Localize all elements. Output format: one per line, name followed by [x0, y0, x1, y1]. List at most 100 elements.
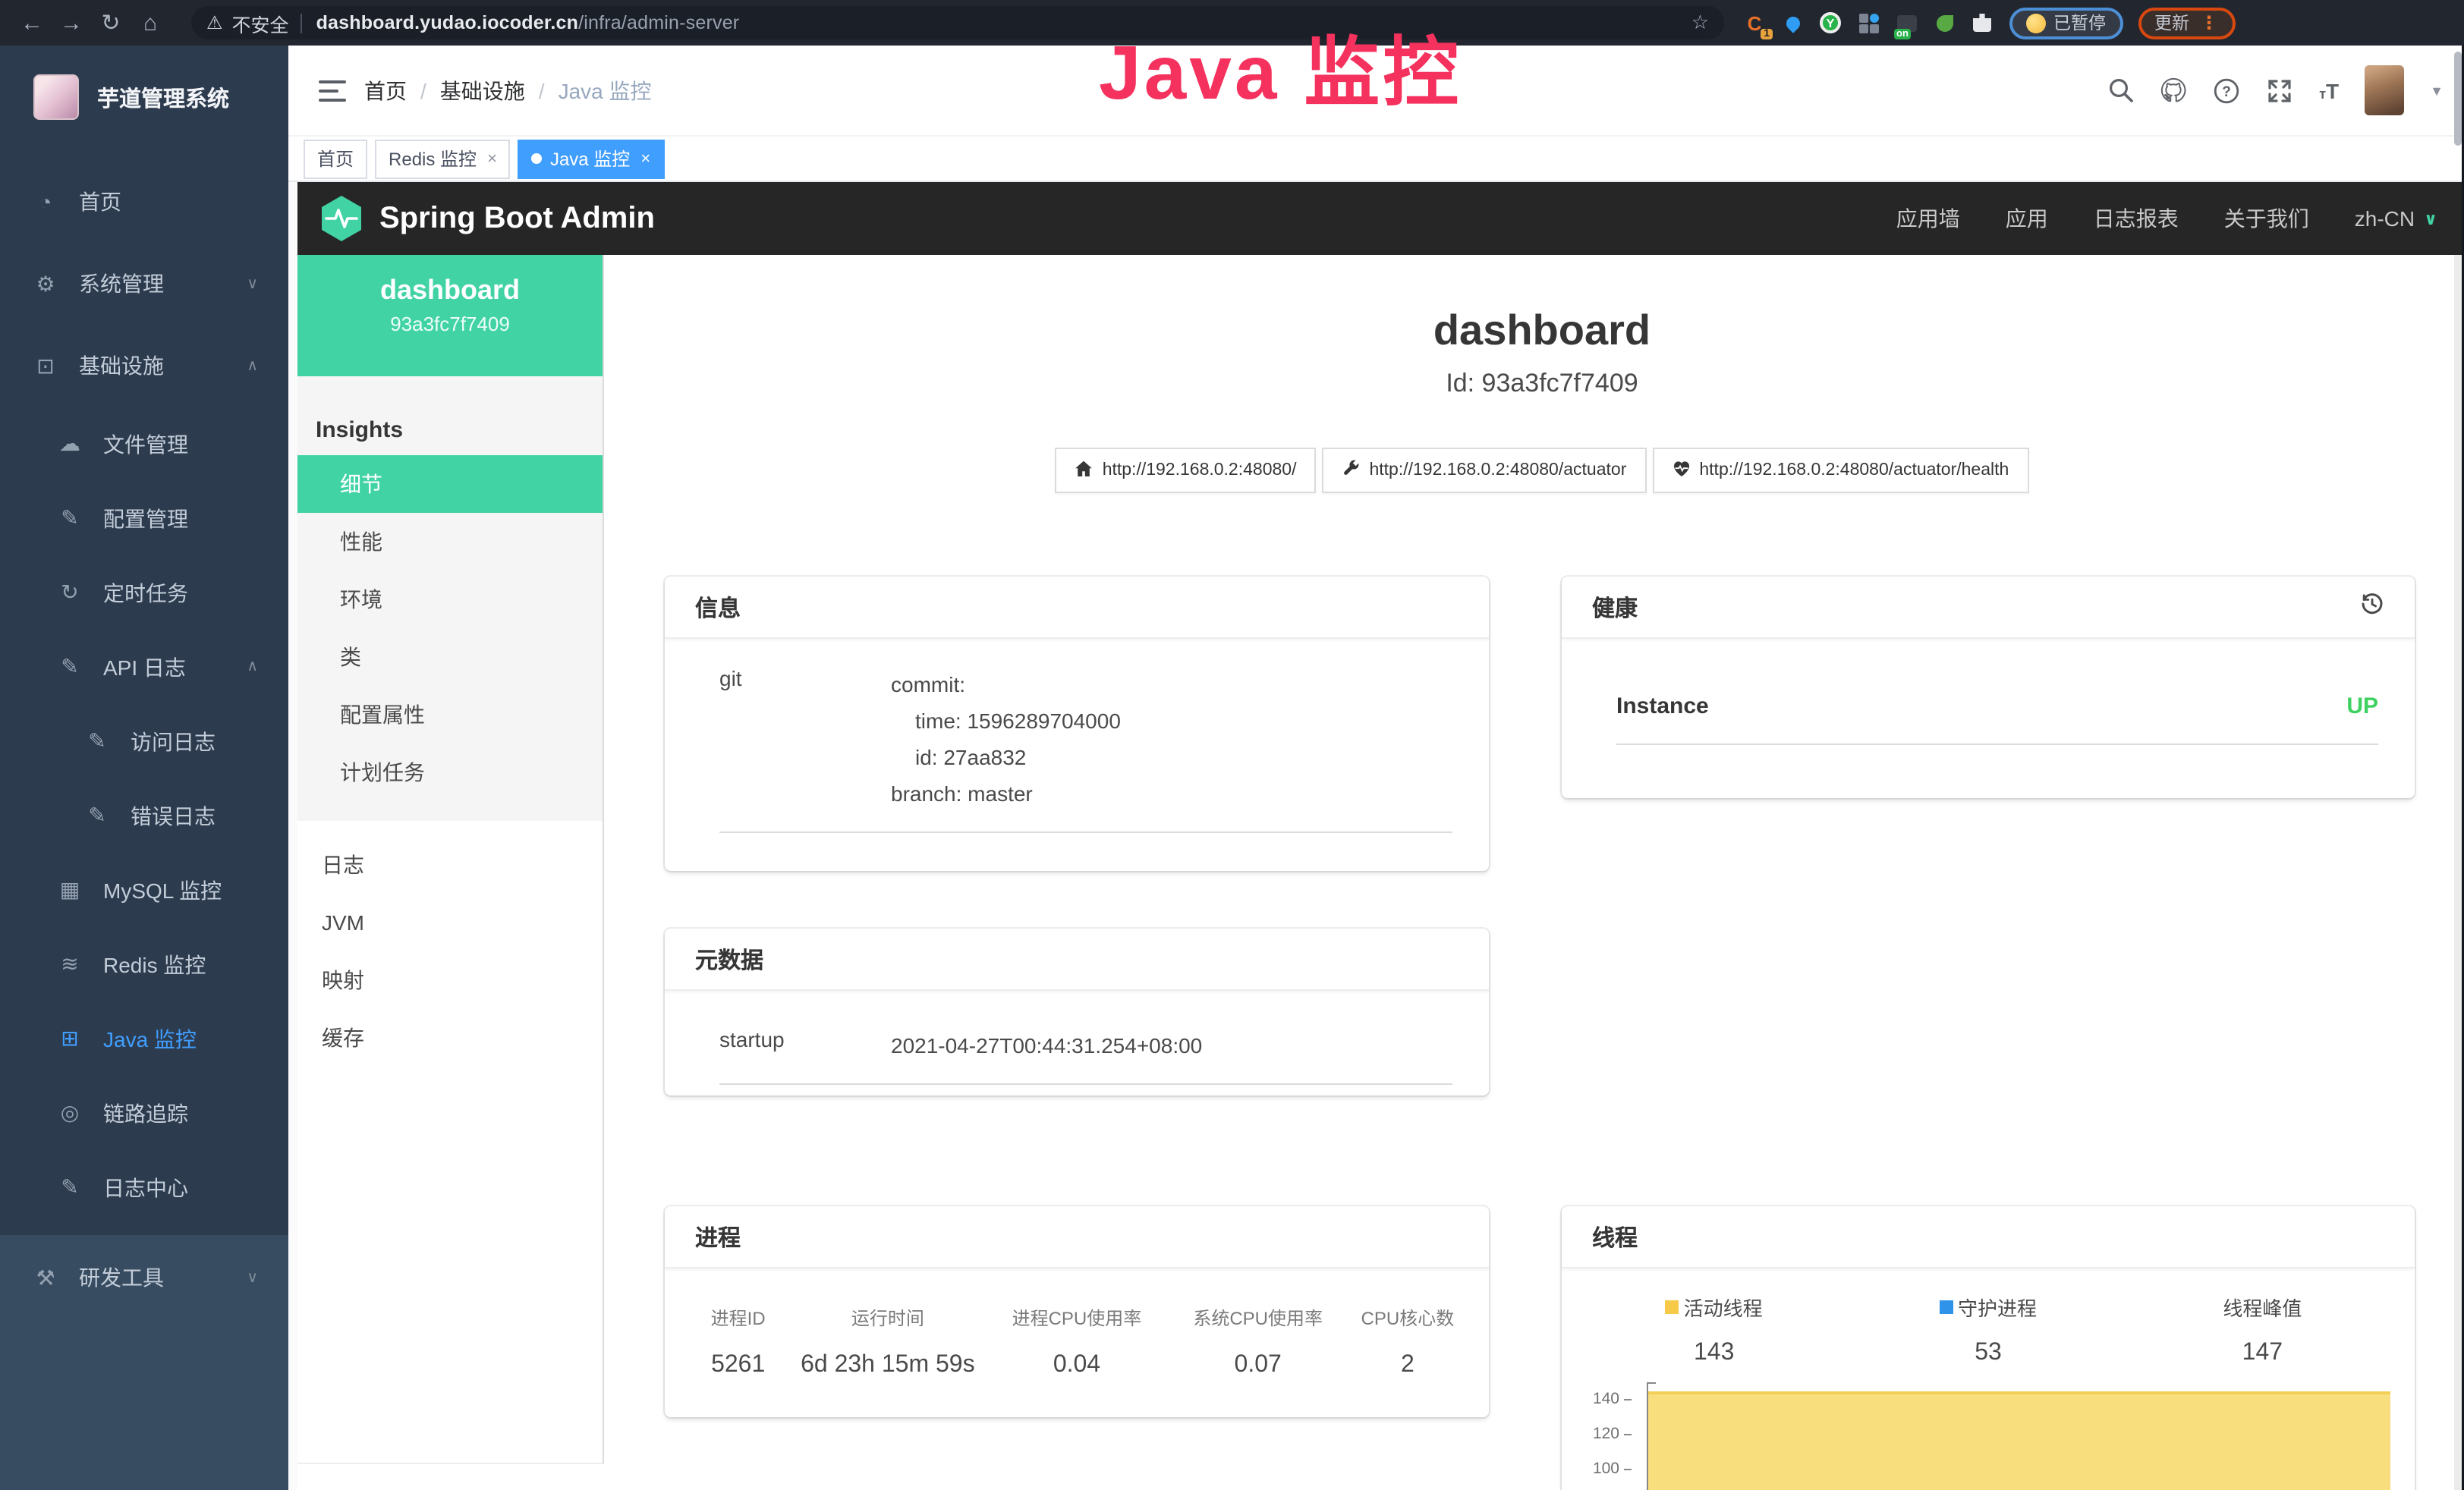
sba-menu-缓存[interactable]: 缓存 [297, 1009, 603, 1067]
hamburger-icon[interactable] [319, 80, 346, 101]
extensions-puzzle-icon[interactable] [1970, 11, 1994, 35]
sidebar-item-日志中心[interactable]: ✎日志中心 [0, 1150, 288, 1224]
help-icon[interactable]: ? [2213, 77, 2240, 104]
debugger-paused-badge[interactable]: 已暂停 [2009, 7, 2123, 39]
sidebar-item-API 日志[interactable]: ✎API 日志∧ [0, 630, 288, 704]
breadcrumb-item[interactable]: 首页 [364, 75, 407, 105]
sidebar-item-配置管理[interactable]: ✎配置管理 [0, 481, 288, 555]
process-col-value: 2 [1345, 1352, 1471, 1379]
sba-content: dashboard Id: 93a3fc7f7409 http://192.16… [604, 255, 2464, 1490]
instance-link-url: http://192.168.0.2:48080/actuator/health [1699, 461, 2009, 479]
instance-subtitle: Id: 93a3fc7f7409 [665, 369, 2419, 399]
browser-forward-icon[interactable]: → [52, 10, 91, 36]
sba-menu-环境[interactable]: 环境 [297, 571, 603, 628]
metadata-row-label: startup [719, 1027, 891, 1064]
process-col-进程ID: 进程ID5261 [683, 1305, 793, 1379]
sba-nav-应用墙[interactable]: 应用墙 [1896, 203, 1960, 234]
heart-pulse-icon [1672, 459, 1690, 482]
user-avatar[interactable] [2365, 65, 2404, 115]
page-scrollbar-track[interactable] [2454, 255, 2461, 1490]
breadcrumb-separator: / [539, 78, 545, 102]
infra-icon: ⊡ [33, 353, 58, 379]
github-icon[interactable] [2160, 77, 2187, 104]
sba-menu-细节[interactable]: 细节 [297, 455, 603, 513]
sba-menu-性能[interactable]: 性能 [297, 513, 603, 571]
tab-首页[interactable]: 首页 [304, 139, 367, 178]
chevron-down-icon: ∨ [247, 1269, 258, 1286]
process-col-进程CPU使用率: 进程CPU使用率0.04 [982, 1305, 1171, 1379]
bookmark-star-icon[interactable]: ☆ [1691, 11, 1709, 35]
sba-menu-配置属性[interactable]: 配置属性 [297, 686, 603, 743]
sidebar-item-链路追踪[interactable]: ◎链路追踪 [0, 1076, 288, 1150]
sba-menu-映射[interactable]: 映射 [297, 951, 603, 1009]
sidebar-item-label: 系统管理 [79, 269, 164, 299]
browser-home-icon[interactable]: ⌂ [131, 10, 170, 36]
redis-icon: ≋ [58, 951, 82, 977]
tab-close-icon[interactable]: × [640, 149, 650, 168]
sba-menu-JVM[interactable]: JVM [297, 894, 603, 951]
sba-nav-日志报表[interactable]: 日志报表 [2094, 203, 2179, 234]
browser-update-button[interactable]: 更新 ⋮ [2138, 7, 2235, 39]
extension-y-icon[interactable]: Y [1818, 11, 1842, 35]
health-card-header: 健康 [1562, 577, 2415, 639]
search-icon[interactable] [2107, 77, 2134, 104]
page-url: dashboard.yudao.iocoder.cn/infra/admin-s… [316, 12, 740, 33]
process-col-CPU核心数: CPU核心数2 [1345, 1305, 1471, 1379]
instance-link-home[interactable]: http://192.168.0.2:48080/ [1056, 448, 1317, 493]
app-brand[interactable]: 芋道管理系统 [0, 46, 288, 143]
extension-colorzilla-icon[interactable]: C1 [1742, 11, 1767, 35]
log-icon: ✎ [85, 803, 109, 828]
sba-nav-应用[interactable]: 应用 [2006, 203, 2048, 234]
legend-label: 守护进程 [1958, 1293, 2037, 1322]
browser-menu-icon[interactable]: ⋮ [2200, 12, 2218, 33]
sidebar-item-系统管理[interactable]: ⚙系统管理∨ [0, 243, 288, 325]
not-secure-label: 不安全 [232, 8, 289, 37]
sidebar-item-基础设施[interactable]: ⊡基础设施∧ [0, 325, 288, 407]
browser-address-bar[interactable]: ⚠ 不安全 dashboard.yudao.iocoder.cn/infra/a… [191, 6, 1724, 39]
user-menu-caret-icon[interactable]: ▼ [2430, 83, 2444, 98]
extension-pin-icon[interactable] [1780, 11, 1805, 35]
browser-reload-icon[interactable]: ↻ [91, 9, 131, 36]
sidebar-item-label: 配置管理 [103, 503, 188, 533]
extension-leaf-icon[interactable] [1932, 11, 1956, 35]
sidebar-item-定时任务[interactable]: ↻定时任务 [0, 555, 288, 630]
health-status-badge: UP [2346, 693, 2378, 719]
sidebar-item-Java 监控[interactable]: ⊞Java 监控 [0, 1001, 288, 1076]
chevron-up-icon: ∧ [247, 659, 258, 675]
tab-close-icon[interactable]: × [487, 149, 497, 168]
insights-section-label: Insights [297, 376, 603, 455]
breadcrumb-item[interactable]: 基础设施 [440, 75, 525, 105]
sidebar-item-研发工具[interactable]: ⚒研发工具∨ [0, 1235, 288, 1320]
browser-back-icon[interactable]: ← [12, 10, 52, 36]
sidebar-item-错误日志[interactable]: ✎错误日志 [0, 778, 288, 853]
insights-group: Insights 细节性能环境类配置属性计划任务 [297, 376, 603, 821]
sba-nav-关于我们[interactable]: 关于我们 [2224, 203, 2309, 234]
sidebar-item-MySQL 监控[interactable]: ▦MySQL 监控 [0, 853, 288, 927]
tab-Java 监控[interactable]: Java 监控× [518, 139, 664, 178]
sidebar-item-文件管理[interactable]: ☁文件管理 [0, 407, 288, 481]
tab-Redis 监控[interactable]: Redis 监控× [375, 139, 511, 178]
instance-link-wrench[interactable]: http://192.168.0.2:48080/actuator [1322, 448, 1646, 493]
sidebar-item-label: 链路追踪 [103, 1098, 188, 1128]
locale-selector[interactable]: zh-CN∨ [2355, 206, 2437, 231]
health-history-icon[interactable] [2360, 592, 2384, 622]
sidebar-item-label: API 日志 [103, 652, 186, 682]
fullscreen-icon[interactable] [2266, 77, 2293, 104]
sba-menu-类[interactable]: 类 [297, 628, 603, 686]
timer-icon: ↻ [58, 580, 82, 605]
process-table: 进程ID5261运行时间6d 23h 15m 59s进程CPU使用率0.04系统… [665, 1268, 1489, 1379]
sba-brand[interactable]: Spring Boot Admin [319, 194, 655, 243]
instance-link-heart-pulse[interactable]: http://192.168.0.2:48080/actuator/health [1652, 448, 2028, 493]
sba-menu-计划任务[interactable]: 计划任务 [297, 743, 603, 801]
extension-switch-icon[interactable]: on [1894, 11, 1918, 35]
process-col-header: 系统CPU使用率 [1172, 1305, 1345, 1331]
sidebar-item-Redis 监控[interactable]: ≋Redis 监控 [0, 927, 288, 1001]
instance-header[interactable]: dashboard 93a3fc7f7409 [297, 255, 603, 376]
not-secure-warning-icon: ⚠ [206, 12, 223, 33]
extension-grid-icon[interactable] [1856, 11, 1880, 35]
font-size-icon[interactable]: тT [2319, 78, 2339, 102]
sba-menu-日志[interactable]: 日志 [297, 836, 603, 894]
sidebar-item-访问日志[interactable]: ✎访问日志 [0, 704, 288, 778]
page-scrollbar-thumb[interactable] [2454, 52, 2462, 146]
sidebar-item-首页[interactable]: ◔首页 [0, 161, 288, 243]
